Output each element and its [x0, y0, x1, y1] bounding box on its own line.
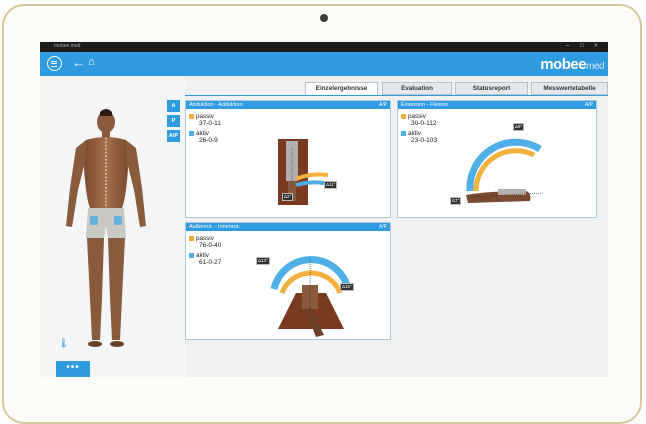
extension-visual [466, 138, 544, 203]
delta-tag: Δ15° [340, 283, 354, 291]
legend: passiv 30-0-112 aktiv 23-0-103 [401, 113, 437, 144]
app-screen: mobee med – □ × ← ⌂ mobeemed 🌡 ••• A P A… [40, 42, 608, 377]
human-body-model[interactable] [46, 108, 166, 358]
legend: passiv 76-0-40 aktiv 61-0-27 [189, 235, 221, 266]
delta-tag: Δ13° [256, 257, 270, 265]
card-header: Abduktion - Adduktion A/P [186, 101, 390, 109]
passive-value: 37-0-11 [199, 120, 221, 127]
active-swatch [189, 252, 194, 258]
card-view-label: A/P [584, 102, 593, 108]
active-label: aktiv [196, 252, 209, 259]
card-header: Außenrot. - Innenrot. A/P [186, 223, 390, 231]
more-menu-button[interactable]: ••• [56, 361, 90, 377]
card-extension[interactable]: Extension - Flexion A/P passiv 30-0-112 … [397, 100, 597, 218]
active-swatch [401, 130, 406, 136]
card-view-label: A/P [378, 224, 387, 230]
passive-value: 30-0-112 [411, 120, 437, 127]
perspective-button-p[interactable]: P [167, 115, 180, 127]
home-icon[interactable]: ⌂ [88, 56, 95, 68]
delta-tag: Δ7° [450, 197, 462, 205]
tab-messwertetabelle[interactable]: Messwertetabelle [531, 82, 608, 95]
window-title: mobee med [54, 43, 81, 49]
passive-swatch [401, 113, 406, 119]
abduction-visual [278, 139, 329, 205]
active-value: 23-0-103 [411, 137, 438, 144]
app-logo: mobeemed [540, 56, 604, 73]
perspective-button-ap[interactable]: A/P [167, 130, 180, 142]
tab-einzelergebnisse[interactable]: Einzelergebnisse [305, 82, 378, 95]
tab-evaluation[interactable]: Evaluation [382, 82, 452, 95]
tab-statusreport[interactable]: Statusreport [455, 82, 528, 95]
card-rotation[interactable]: Außenrot. - Innenrot. A/P passiv 76-0-40… [185, 222, 391, 340]
rotation-visual [270, 256, 352, 337]
body-figure-panel: 🌡 ••• [40, 76, 185, 377]
back-arrow-icon[interactable]: ← [72, 55, 85, 70]
minimize-icon[interactable]: – [566, 43, 569, 49]
thermometer-icon[interactable]: 🌡 [58, 338, 69, 349]
card-abduction[interactable]: Abduktion - Adduktion A/P passiv 37-0-11… [185, 100, 391, 218]
perspective-button-a[interactable]: A [167, 100, 180, 112]
passive-label: passiv [196, 113, 214, 120]
passive-label: passiv [196, 235, 214, 242]
passive-value: 76-0-40 [199, 242, 222, 249]
card-header: Extension - Flexion A/P [398, 101, 596, 109]
passive-label: passiv [408, 113, 426, 120]
delta-tag: Δ9° [513, 123, 525, 131]
logo-text: mobee [540, 56, 587, 73]
logo-suffix: med [586, 61, 604, 72]
tab-underline [185, 95, 608, 96]
close-icon[interactable]: × [594, 43, 598, 49]
window-titlebar: mobee med – □ × [40, 42, 608, 52]
delta-tag: Δ11° [324, 181, 338, 189]
card-title: Außenrot. - Innenrot. [189, 224, 240, 230]
legend: passiv 37-0-11 aktiv 26-0-9 [189, 113, 221, 144]
passive-swatch [189, 235, 194, 241]
card-title: Extension - Flexion [401, 102, 448, 108]
passive-swatch [189, 113, 194, 119]
active-swatch [189, 130, 194, 136]
camera [320, 14, 328, 22]
active-value: 26-0-9 [199, 137, 218, 144]
delta-tag: Δ2° [282, 193, 294, 201]
active-value: 61-0-27 [199, 259, 222, 266]
active-label: aktiv [196, 130, 209, 137]
active-label: aktiv [408, 130, 421, 137]
app-header: ← ⌂ mobeemed [40, 52, 608, 76]
card-title: Abduktion - Adduktion [189, 102, 243, 108]
card-view-label: A/P [378, 102, 387, 108]
maximize-icon[interactable]: □ [580, 43, 584, 49]
menu-button[interactable] [47, 56, 62, 71]
